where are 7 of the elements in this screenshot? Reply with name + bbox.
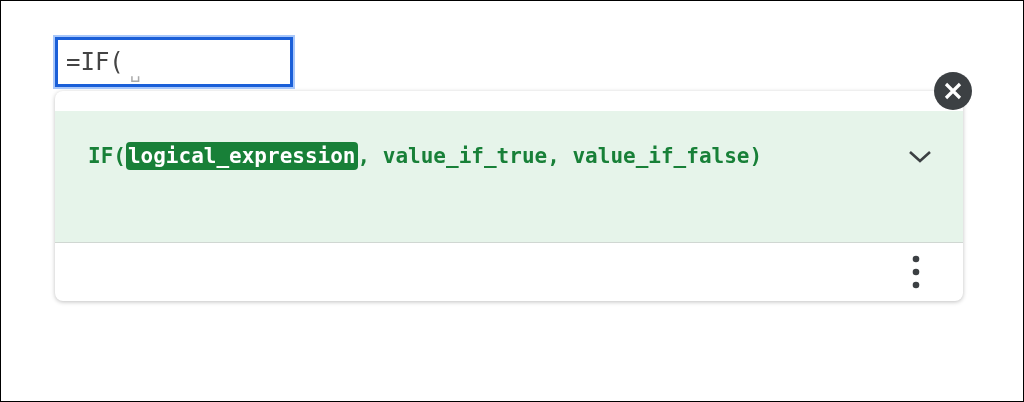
space-marker: ␣: [129, 61, 141, 82]
formula-text: =IF(: [66, 48, 124, 76]
function-signature: IF(logical_expression, value_if_true, value_if_false): [88, 141, 764, 172]
formula-input[interactable]: =IF( ␣: [55, 37, 293, 87]
more-options-icon[interactable]: [912, 255, 920, 289]
chevron-icon[interactable]: [907, 148, 933, 164]
close-icon[interactable]: [934, 72, 972, 110]
